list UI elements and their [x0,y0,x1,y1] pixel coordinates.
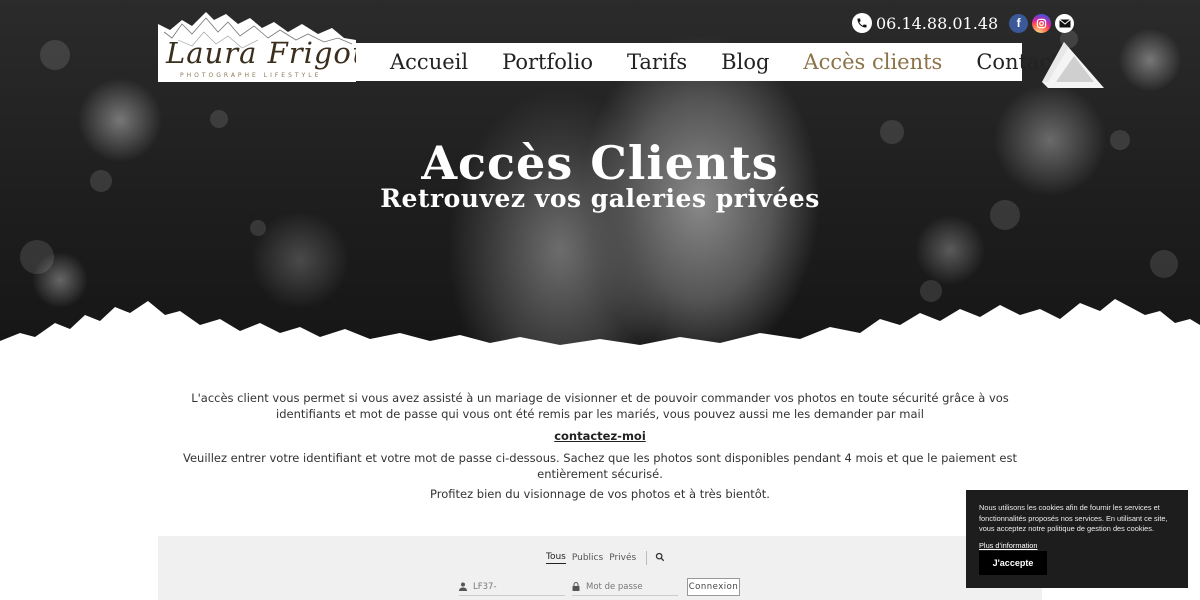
nav-item-blog[interactable]: Blog [721,50,769,74]
nav-item-portfolio[interactable]: Portfolio [502,50,593,74]
logo-tagline: PHOTOGRAPHE LIFESTYLE [180,72,322,79]
instagram-icon[interactable] [1032,13,1052,33]
tab-prives[interactable]: Privés [609,553,636,563]
phone-number[interactable]: 06.14.88.01.48 [876,14,998,33]
username-input[interactable]: LF37- [473,582,497,592]
page-title: Accès Clients [421,136,779,190]
tab-tous[interactable]: Tous [546,552,566,564]
tab-publics[interactable]: Publics [572,553,603,563]
instructions-text: Veuillez entrer votre identifiant et vot… [182,451,1017,481]
mountain-divider [0,299,1200,362]
intro-text: L'accès client vous permet si vous avez … [191,391,1009,421]
password-input[interactable]: Mot de passe [586,582,643,592]
nav-item-tarifs[interactable]: Tarifs [627,50,687,74]
login-button[interactable]: Connexion [687,578,740,596]
gallery-filter-tabs: Tous Publics Privés [546,551,665,565]
tab-divider [646,551,648,565]
nav-item-accueil[interactable]: Accueil [390,50,468,74]
contact-link[interactable]: contactez-moi [160,428,1040,444]
logo[interactable]: Laura Frigout PHOTOGRAPHE LIFESTYLE [158,10,383,82]
lock-icon [572,582,580,591]
closing-text: Profitez bien du visionnage de vos photo… [430,487,770,501]
cookie-text: Nous utilisons les cookies afin de fourn… [979,503,1168,533]
phone-icon [852,13,872,33]
cookie-accept-button[interactable]: J'accepte [979,551,1047,575]
logo-name: Laura Frigout [166,36,385,70]
cookie-banner: Nous utilisons les cookies afin de fourn… [966,490,1188,588]
mail-icon[interactable] [1055,13,1075,33]
main-nav: Accueil Portfolio Tarifs Blog Accès clie… [356,43,1060,81]
client-login-panel: Tous Publics Privés LF37- Mot de passe C… [158,536,1042,600]
user-icon [459,582,467,591]
password-field[interactable]: Mot de passe [572,578,678,596]
nav-item-acces-clients[interactable]: Accès clients [803,50,942,74]
mountain-logo-icon [1042,42,1104,88]
page-subtitle: Retrouvez vos galeries privées [380,184,820,213]
search-icon[interactable] [655,552,665,565]
contact-bar: 06.14.88.01.48 f [852,12,1075,34]
cookie-info-link[interactable]: Plus d'information [979,541,1038,550]
username-field[interactable]: LF37- [459,578,565,596]
facebook-icon[interactable]: f [1009,13,1029,33]
